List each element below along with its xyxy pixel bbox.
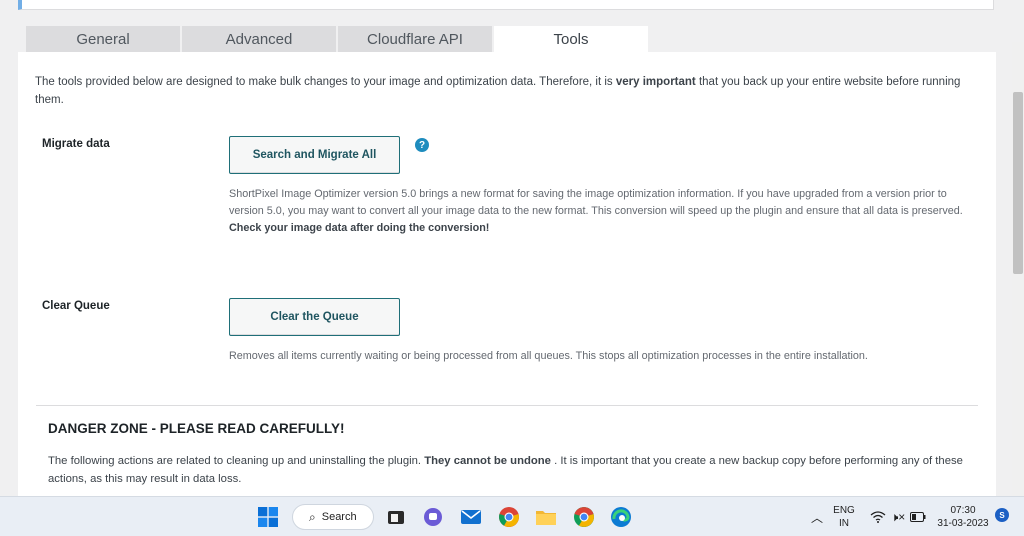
- section-divider: [36, 405, 978, 406]
- clear-queue-description: Removes all items currently waiting or b…: [229, 350, 868, 362]
- tab-tools[interactable]: Tools: [494, 26, 648, 52]
- intro-text: The tools provided below are designed to…: [35, 76, 961, 106]
- tab-general[interactable]: General: [26, 26, 180, 52]
- battery-icon[interactable]: [906, 505, 930, 529]
- scrollbar-thumb[interactable]: [1013, 92, 1023, 274]
- danger-emphasis: They cannot be undone: [424, 455, 551, 467]
- intro-emphasis: very important: [615, 76, 696, 88]
- settings-tabs: General Advanced Cloudflare API Tools: [26, 26, 650, 52]
- folder-icon[interactable]: [534, 505, 558, 529]
- danger-zone-title: DANGER ZONE - PLEASE READ CAREFULLY!: [48, 421, 345, 436]
- clear-the-queue-button[interactable]: Clear the Queue: [229, 298, 400, 336]
- tab-cloudflare-api[interactable]: Cloudflare API: [338, 26, 492, 52]
- clock[interactable]: 07:30 31-03-2023: [933, 504, 993, 530]
- search-icon: ⌕: [309, 509, 316, 524]
- migrate-description: ShortPixel Image Optimizer version 5.0 b…: [229, 188, 963, 234]
- taskbar-search-box[interactable]: ⌕ Search: [292, 504, 374, 530]
- top-notice-box: [18, 0, 994, 10]
- help-icon[interactable]: ?: [415, 138, 429, 152]
- chrome-icon[interactable]: [497, 505, 521, 529]
- language-indicator[interactable]: ENG IN: [832, 504, 856, 530]
- migrate-note: Check your image data after doing the co…: [229, 222, 490, 234]
- mail-icon[interactable]: [459, 505, 483, 529]
- windows-taskbar: ⌕ Search ︿ ENG IN 🕨× 07:30 31-03-2023 S: [0, 496, 1024, 536]
- page-scrollbar[interactable]: ▼: [1012, 42, 1024, 532]
- chevron-up-icon[interactable]: ︿: [805, 505, 829, 529]
- windows-start-icon[interactable]: [256, 505, 280, 529]
- notification-badge[interactable]: S: [995, 508, 1009, 522]
- edge-icon[interactable]: [609, 505, 633, 529]
- teams-chat-icon[interactable]: [421, 505, 445, 529]
- file-explorer-icon[interactable]: [384, 505, 408, 529]
- migrate-data-label: Migrate data: [42, 138, 110, 150]
- tab-advanced[interactable]: Advanced: [182, 26, 336, 52]
- chrome-alt-icon[interactable]: [572, 505, 596, 529]
- clear-queue-label: Clear Queue: [42, 300, 110, 312]
- danger-zone-text: The following actions are related to cle…: [48, 455, 963, 485]
- tools-panel: The tools provided below are designed to…: [18, 52, 996, 496]
- search-and-migrate-all-button[interactable]: Search and Migrate All: [229, 136, 400, 174]
